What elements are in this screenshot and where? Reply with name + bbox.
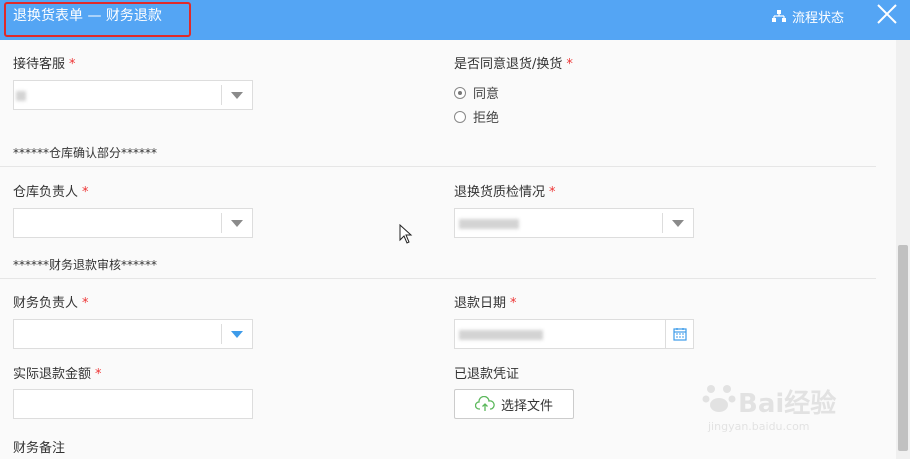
- agree-label: 是否同意退货/换货 *: [454, 57, 573, 72]
- calendar-icon: [672, 328, 687, 341]
- refund-date-input[interactable]: [454, 319, 694, 349]
- chevron-down-icon: [231, 92, 243, 99]
- choose-file-button[interactable]: 选择文件: [454, 389, 574, 419]
- chevron-down-icon: [231, 331, 243, 338]
- reception-label: 接待客服 *: [13, 57, 76, 72]
- warehouse-manager-select[interactable]: [13, 208, 253, 238]
- flowchart-icon: [772, 10, 786, 22]
- section-warehouse: ******仓库确认部分******: [13, 146, 158, 160]
- chevron-down-icon: [672, 220, 684, 227]
- refund-proof-label: 已退款凭证: [454, 367, 520, 382]
- reception-select[interactable]: [13, 80, 253, 110]
- quality-label: 退换货质检情况 *: [454, 185, 556, 200]
- finance-manager-select[interactable]: [13, 319, 253, 349]
- baidu-watermark: Bai经验 jingyan.baidu.com: [700, 375, 860, 435]
- dialog-title: 退换货表单 — 财务退款: [13, 8, 162, 24]
- section-finance: ******财务退款审核******: [13, 258, 158, 272]
- close-icon[interactable]: [876, 3, 898, 25]
- radio-empty-icon: [454, 110, 466, 123]
- chevron-down-icon: [231, 220, 243, 227]
- flow-status-button[interactable]: 流程状态: [772, 7, 845, 26]
- cloud-upload-icon: [474, 396, 495, 411]
- calendar-button[interactable]: [665, 320, 693, 348]
- mouse-cursor-icon: [399, 224, 413, 244]
- warehouse-manager-label: 仓库负责人 *: [13, 185, 89, 200]
- choose-file-label: 选择文件: [500, 398, 553, 414]
- actual-amount-input[interactable]: [13, 389, 253, 419]
- watermark-brand: Bai经验: [738, 389, 837, 419]
- scrollbar-thumb[interactable]: [898, 245, 908, 451]
- watermark-url: jingyan.baidu.com: [708, 420, 810, 433]
- dialog-header: 退换货表单 — 财务退款 流程状态: [0, 0, 910, 40]
- radio-selected-icon: [454, 86, 466, 99]
- radio-reject[interactable]: 拒绝: [454, 107, 499, 126]
- divider: [0, 278, 876, 279]
- refund-date-label: 退款日期 *: [454, 296, 517, 311]
- flow-status-label: 流程状态: [792, 10, 845, 26]
- radio-agree[interactable]: 同意: [454, 83, 499, 102]
- actual-amount-label: 实际退款金额 *: [13, 367, 102, 382]
- paw-icon: [702, 385, 736, 412]
- quality-select[interactable]: [454, 208, 694, 238]
- finance-manager-label: 财务负责人 *: [13, 296, 89, 311]
- scrollbar[interactable]: [896, 40, 910, 459]
- finance-note-label: 财务备注: [13, 441, 66, 456]
- divider: [0, 166, 876, 167]
